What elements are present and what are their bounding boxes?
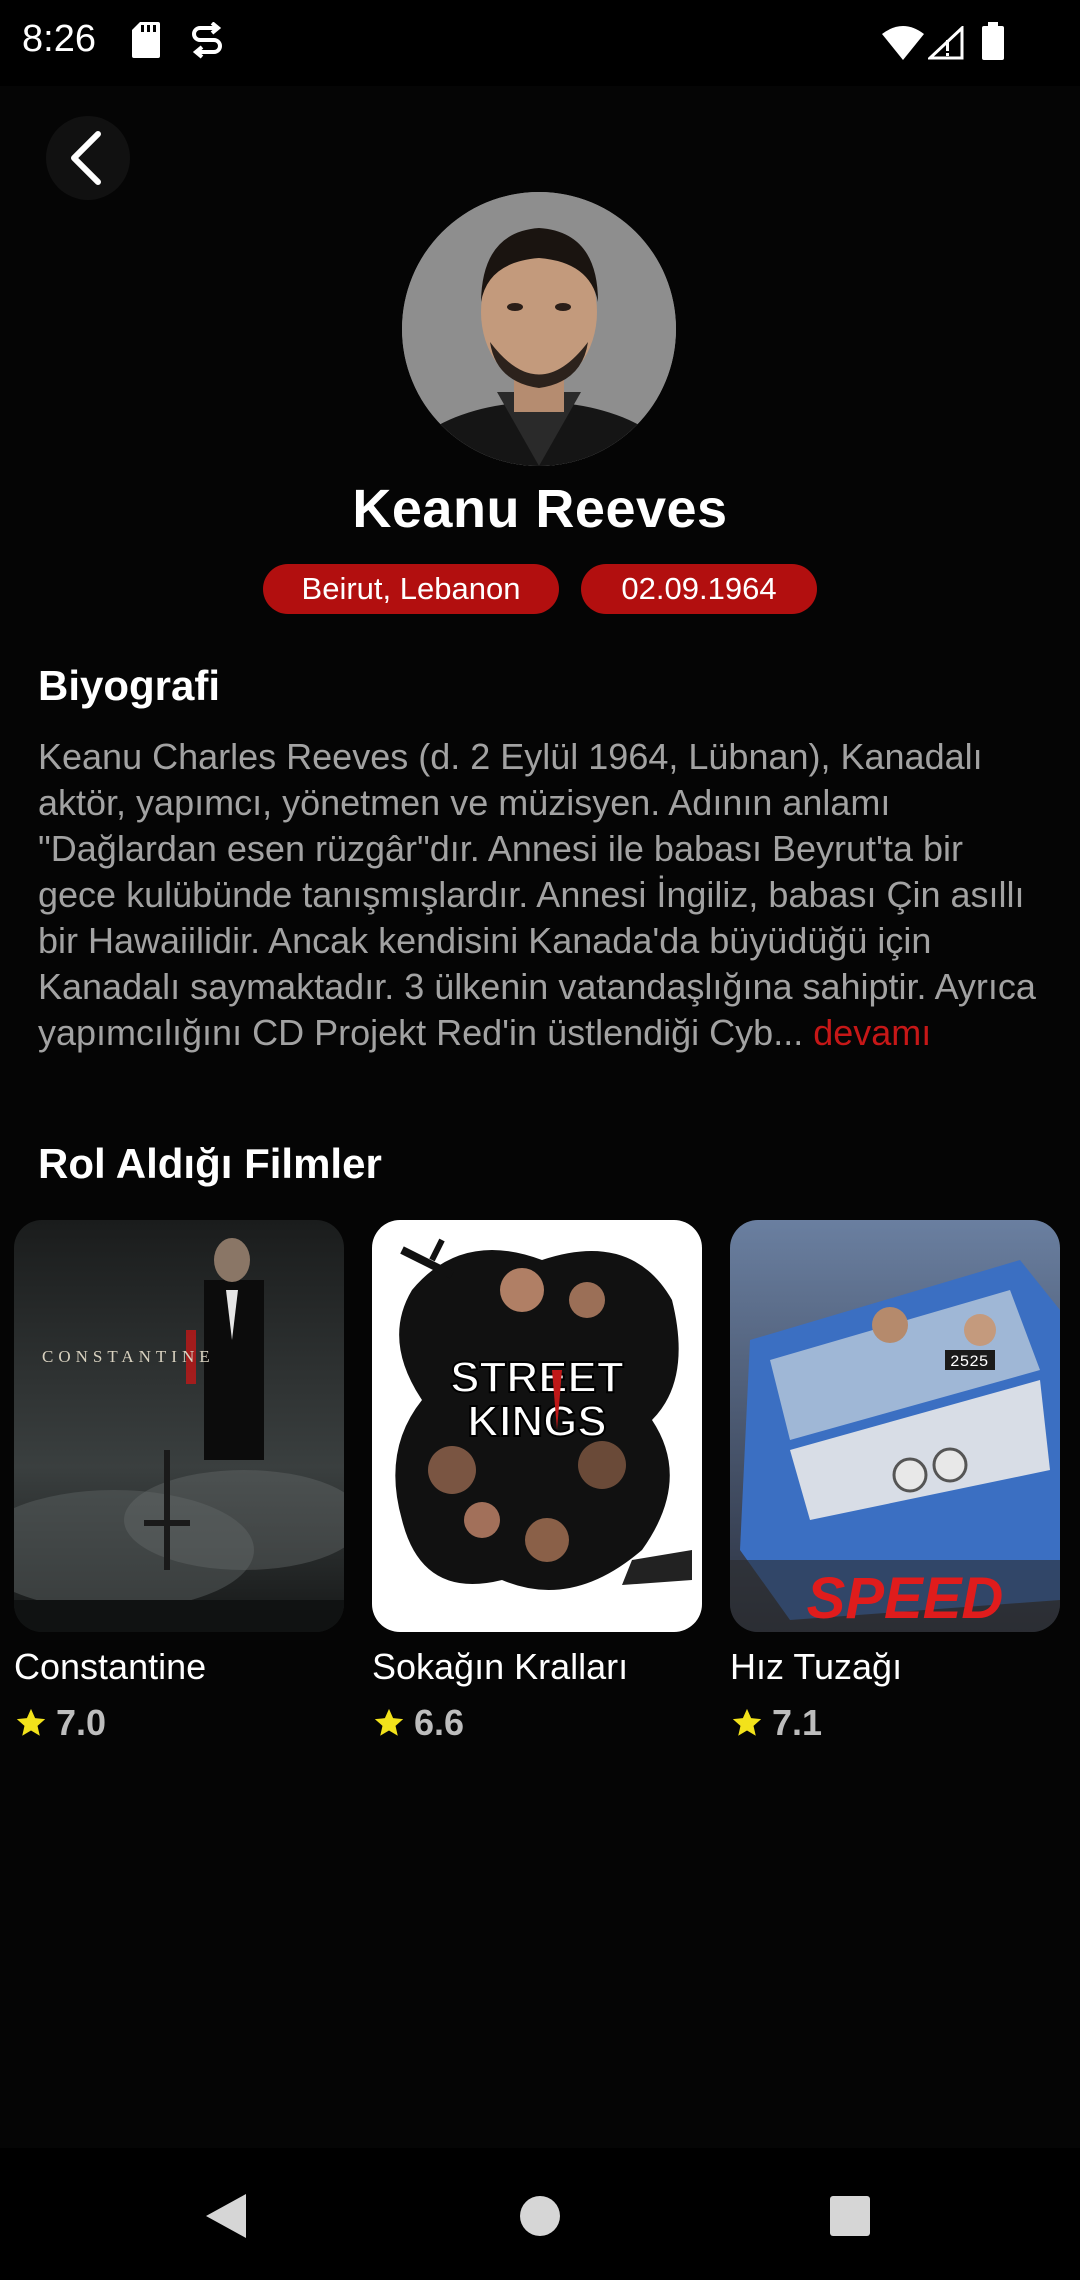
signal-icon [926, 24, 964, 65]
movie-title: Hız Tuzağı [730, 1646, 903, 1687]
star-icon [16, 1708, 46, 1736]
rating-value: 7.0 [56, 1702, 107, 1743]
sd-card-icon [132, 22, 160, 63]
movie-poster[interactable]: CONSTANTINE [14, 1220, 344, 1632]
rating-value: 6.6 [414, 1702, 465, 1743]
sync-icon [192, 21, 222, 65]
recents-square-icon[interactable] [828, 2194, 872, 2238]
rating-value: 7.1 [772, 1702, 823, 1743]
back-button[interactable] [46, 116, 130, 200]
home-circle-icon[interactable] [518, 2194, 562, 2238]
actor-avatar [402, 192, 676, 466]
poster-bus-number: 2525 [950, 1353, 988, 1371]
back-triangle-icon[interactable] [204, 2192, 248, 2240]
status-bar: 8:26 [0, 0, 1080, 86]
biography-title: Biyografi [38, 662, 221, 709]
battery-icon [982, 22, 1004, 65]
poster-text: STREET [450, 1353, 624, 1402]
biography-body: Keanu Charles Reeves (d. 2 Eylül 1964, L… [38, 736, 1036, 1053]
movie-card[interactable]: CONSTANTINE Constantine 7.0 [14, 1220, 344, 1744]
read-more-link[interactable]: devamı [813, 1012, 931, 1053]
poster-text-2: KINGS [467, 1397, 606, 1446]
status-time: 8:26 [22, 18, 96, 60]
poster-text: CONSTANTINE [42, 1347, 215, 1366]
movie-poster[interactable]: STREET KINGS [372, 1220, 702, 1632]
actor-info-chips: Beirut, Lebanon 02.09.1964 [0, 564, 1080, 614]
movie-rating: 6.6 [372, 1702, 702, 1744]
chevron-left-icon [71, 131, 101, 185]
biography-text: Keanu Charles Reeves (d. 2 Eylül 1964, L… [38, 734, 1048, 1056]
movie-rating: 7.0 [14, 1702, 344, 1744]
birthplace-chip: Beirut, Lebanon [263, 564, 559, 614]
movie-title: Constantine [14, 1646, 207, 1687]
movie-title: Sokağın Kralları [372, 1646, 629, 1687]
movie-rating: 7.1 [730, 1702, 1060, 1744]
actor-name: Keanu Reeves [352, 479, 728, 539]
wifi-icon [882, 26, 924, 65]
movies-title: Rol Aldığı Filmler [38, 1140, 382, 1187]
birthdate-chip: 02.09.1964 [581, 564, 817, 614]
movie-poster[interactable]: 2525 SPEED [730, 1220, 1060, 1632]
poster-text: SPEED [807, 1566, 1004, 1631]
star-icon [732, 1708, 762, 1736]
movie-card[interactable]: STREET KINGS Sokağın Kralları 6.6 [372, 1220, 702, 1744]
system-nav-bar [0, 2148, 1080, 2280]
movie-card[interactable]: 2525 SPEED Hız Tuzağı 7.1 [730, 1220, 1060, 1744]
star-icon [374, 1708, 404, 1736]
